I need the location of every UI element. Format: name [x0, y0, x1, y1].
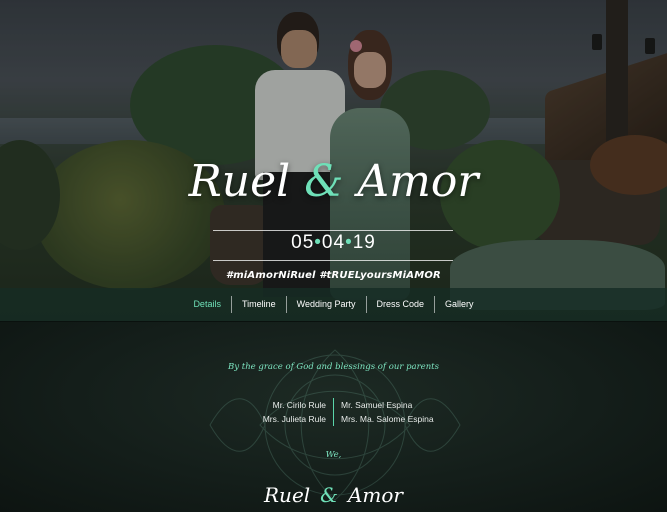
- groom-parents: Mr. Cirilo Rule Mrs. Julieta Rule: [263, 398, 326, 426]
- groom-name: Ruel: [188, 156, 291, 207]
- date-separator: •: [345, 232, 353, 253]
- nav-details[interactable]: Details: [183, 296, 231, 313]
- groom-father: Mr. Cirilo Rule: [272, 400, 326, 410]
- wedding-date: 05•04•19: [0, 232, 667, 254]
- nav-timeline[interactable]: Timeline: [230, 296, 286, 313]
- couple-names-signature: Ruel & Amor: [0, 480, 667, 510]
- bride-name: Amor: [347, 483, 403, 507]
- ampersand: &: [304, 156, 344, 207]
- date-month: 05: [291, 232, 315, 253]
- we-line: We,: [325, 450, 342, 460]
- date-year: 19: [352, 232, 376, 253]
- section-nav: Details Timeline Wedding Party Dress Cod…: [0, 288, 667, 322]
- hashtags: #miAmorNiRuel #tRUELyoursMiAMOR: [226, 270, 441, 281]
- bride-father: Mr. Samuel Espina: [341, 400, 413, 410]
- groom-name: Ruel: [264, 483, 311, 507]
- bride-mother: Mrs. Ma. Salome Espina: [341, 414, 434, 424]
- nav-wedding-party[interactable]: Wedding Party: [285, 296, 366, 313]
- date-separator: •: [314, 232, 322, 253]
- nav-dress-code[interactable]: Dress Code: [365, 296, 435, 313]
- parents-divider: [333, 398, 334, 426]
- couple-names-title: Ruel & Amor: [0, 152, 667, 212]
- blessing-line: By the grace of God and blessings of our…: [228, 362, 439, 372]
- groom-mother: Mrs. Julieta Rule: [262, 414, 326, 424]
- parents-block: Mr. Cirilo Rule Mrs. Julieta Rule Mr. Sa…: [0, 398, 667, 428]
- nav-gallery[interactable]: Gallery: [434, 296, 484, 313]
- bride-parents: Mr. Samuel Espina Mrs. Ma. Salome Espina: [341, 398, 434, 426]
- ampersand: &: [320, 483, 338, 507]
- bride-name: Amor: [357, 156, 479, 207]
- date-day: 04: [321, 232, 346, 253]
- divider-line: [213, 260, 453, 261]
- divider-line: [213, 230, 453, 231]
